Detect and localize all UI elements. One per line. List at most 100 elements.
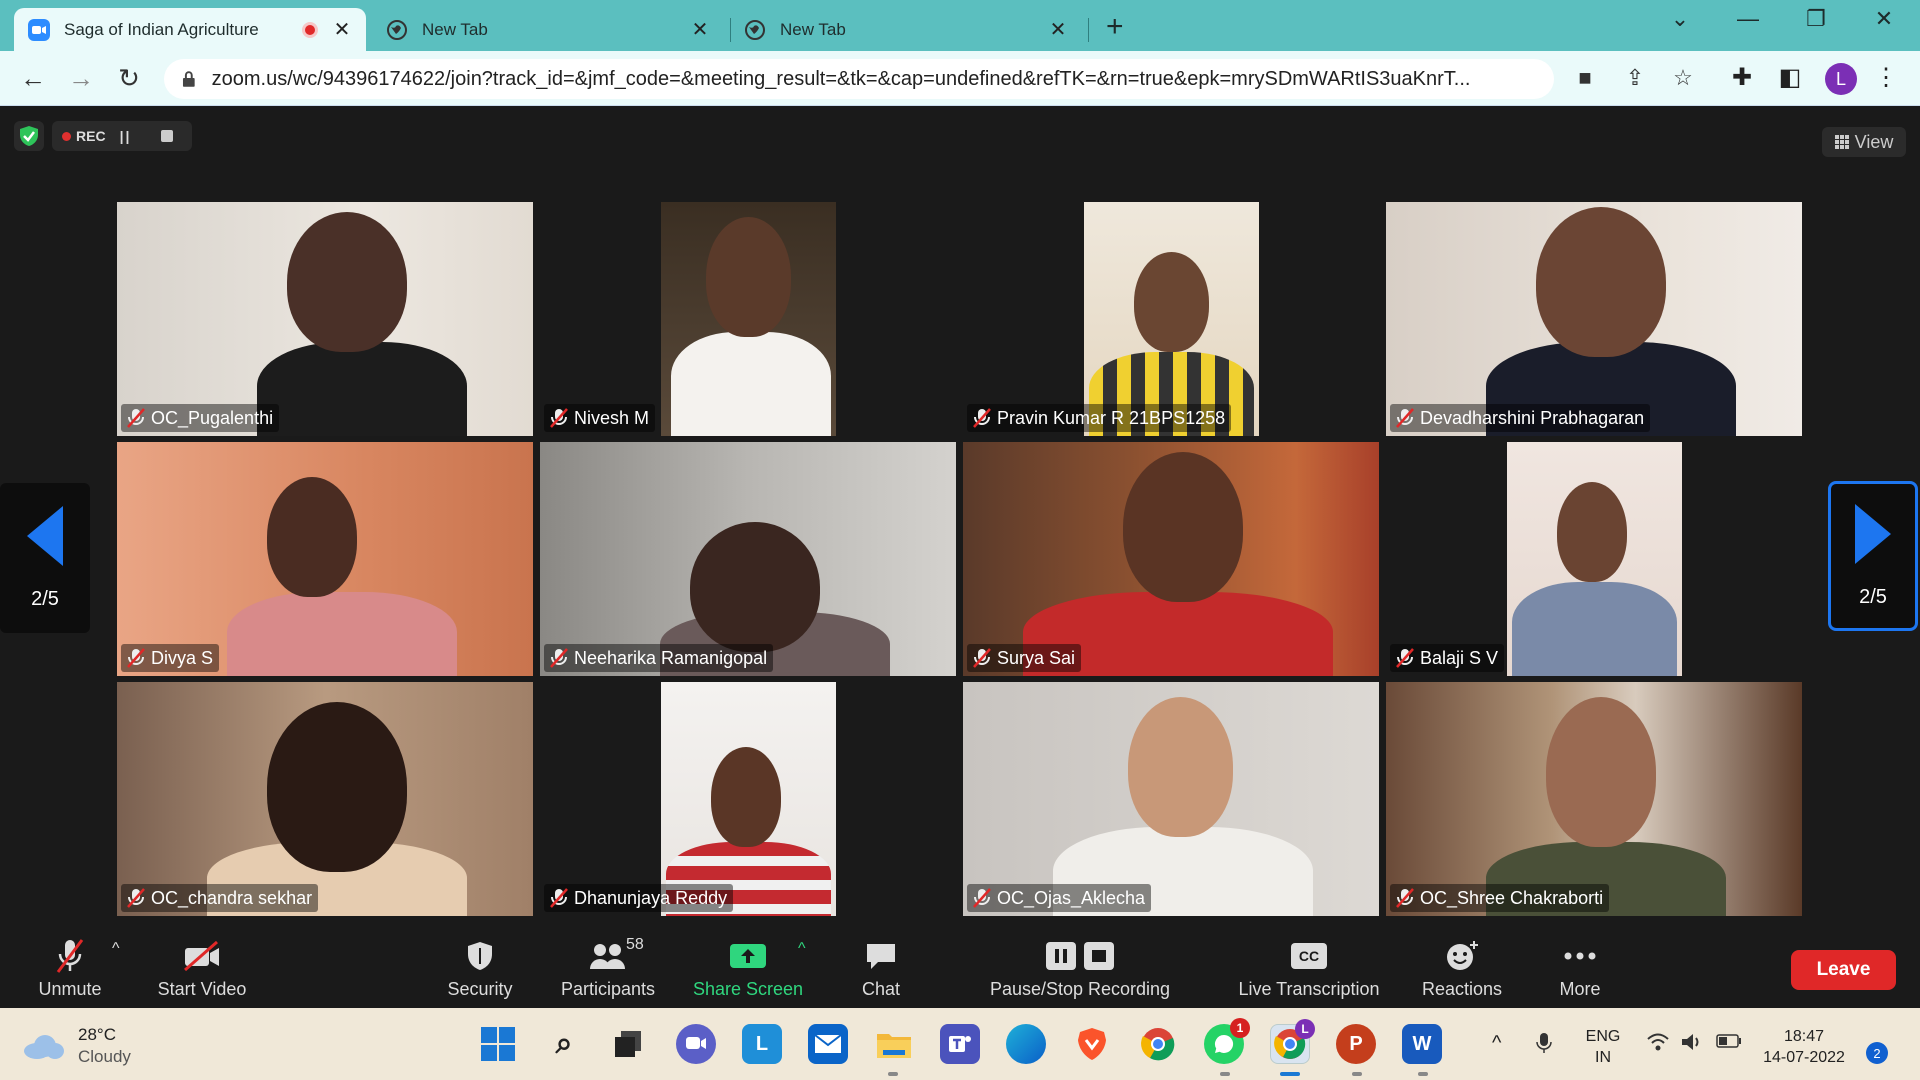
tab-new-tab-1[interactable]: New Tab ✕ [372, 8, 724, 51]
more-label: More [1559, 979, 1601, 999]
chat-label: Chat [861, 979, 901, 999]
profile-avatar[interactable]: L [1825, 63, 1857, 95]
microphone-icon[interactable] [1536, 1032, 1552, 1060]
live-transcription-button[interactable]: CC Live Transcription [1230, 930, 1388, 1008]
security-button[interactable]: Security [440, 930, 520, 1008]
globe-icon [744, 19, 766, 41]
rec-dot-icon [62, 131, 71, 141]
previous-page-button[interactable]: 2/5 [0, 483, 90, 633]
brave-browser-icon[interactable] [1072, 1024, 1112, 1064]
participant-tile[interactable]: Dhanunjaya Reddy [540, 682, 956, 916]
wifi-icon[interactable] [1646, 1032, 1670, 1058]
pause-recording-icon[interactable]: || [120, 128, 132, 144]
participant-tile[interactable]: OC_Pugalenthi [117, 202, 533, 436]
video-feed [963, 682, 1379, 916]
muted-mic-icon [1396, 888, 1414, 908]
unmute-label: Unmute [38, 979, 102, 999]
powerpoint-icon[interactable]: P [1336, 1024, 1376, 1064]
participant-tile[interactable]: Surya Sai [963, 442, 1379, 676]
next-page-button[interactable]: 2/5 [1828, 481, 1918, 631]
chrome-icon[interactable] [1138, 1024, 1178, 1064]
reload-icon[interactable]: ↻ [114, 63, 144, 94]
back-arrow-icon[interactable]: ← [18, 63, 48, 94]
teams-icon[interactable] [940, 1024, 980, 1064]
participant-tile[interactable]: Divya S [117, 442, 533, 676]
weather-widget[interactable]: 28°C Cloudy [24, 1024, 131, 1068]
chat-button[interactable]: Chat [846, 930, 916, 1008]
teams-chat-icon[interactable] [676, 1024, 716, 1064]
participant-tile[interactable]: Pravin Kumar R 21BPS1258 [963, 202, 1379, 436]
tab-zoom-meeting[interactable]: Saga of Indian Agriculture ✕ [14, 8, 366, 51]
close-tab-icon[interactable]: ✕ [690, 17, 710, 42]
stop-recording-icon[interactable] [161, 130, 174, 142]
unmute-button[interactable]: Unmute [30, 930, 110, 1008]
participant-tile[interactable]: Neeharika Ramanigopal [540, 442, 956, 676]
participant-tile[interactable]: OC_Ojas_Aklecha [963, 682, 1379, 916]
audio-options-chevron-icon[interactable]: ^ [112, 940, 120, 958]
language-indicator[interactable]: ENG IN [1582, 1026, 1624, 1068]
globe-icon [386, 19, 408, 41]
view-label: View [1854, 131, 1894, 152]
volume-icon[interactable] [1680, 1032, 1704, 1058]
notification-count-badge[interactable]: 2 [1866, 1042, 1888, 1064]
url-text: zoom.us/wc/94396174622/join?track_id=&jm… [211, 67, 1471, 90]
video-feed [117, 202, 533, 436]
browser-tab-strip: Saga of Indian Agriculture ✕ New Tab ✕ N… [0, 0, 1920, 51]
tab-new-tab-2[interactable]: New Tab ✕ [730, 8, 1082, 51]
share-icon[interactable]: ⇪ [1620, 65, 1650, 91]
browser-toolbar: ← → ↻ zoom.us/wc/94396174622/join?track_… [0, 51, 1920, 106]
task-view-icon[interactable] [608, 1024, 648, 1064]
address-bar[interactable]: zoom.us/wc/94396174622/join?track_id=&jm… [164, 59, 1554, 99]
start-video-button[interactable]: Start Video [150, 930, 254, 1008]
mail-icon[interactable] [808, 1024, 848, 1064]
participant-count: 58 [626, 936, 644, 953]
share-screen-label: Share Screen [692, 979, 804, 999]
side-panel-icon[interactable]: ◧ [1774, 63, 1806, 92]
camera-blocked-icon[interactable]: ■ [1570, 65, 1600, 91]
show-hidden-icons-chevron-icon[interactable]: ^ [1492, 1032, 1501, 1055]
edge-browser-icon[interactable] [1006, 1024, 1046, 1064]
tab-title: New Tab [422, 19, 488, 39]
recording-indicator-icon [302, 21, 318, 38]
participant-tile[interactable]: Nivesh M [540, 202, 956, 436]
participants-button[interactable]: Participants [552, 930, 664, 1008]
search-icon[interactable]: ⌕ [544, 1024, 584, 1064]
participant-tile[interactable]: OC_Shree Chakraborti [1386, 682, 1802, 916]
new-tab-button[interactable]: + [1106, 10, 1124, 44]
muted-mic-icon [127, 648, 145, 668]
bookmark-star-icon[interactable]: ☆ [1668, 65, 1698, 91]
file-explorer-icon[interactable] [874, 1024, 914, 1064]
chrome-menu-icon[interactable]: ⋮ [1870, 63, 1902, 92]
windows-start-icon[interactable] [478, 1024, 518, 1064]
participant-name-label: Divya S [121, 644, 220, 672]
whatsapp-icon[interactable]: 1 [1204, 1018, 1250, 1064]
more-button[interactable]: More [1550, 930, 1610, 1008]
restore-icon[interactable]: ❐ [1796, 6, 1836, 32]
chrome-profile-icon[interactable]: L [1270, 1019, 1315, 1064]
leave-button[interactable]: Leave [1791, 950, 1896, 990]
forward-arrow-icon[interactable]: → [66, 63, 96, 94]
battery-icon[interactable] [1716, 1032, 1742, 1055]
share-screen-button[interactable]: Share Screen [688, 930, 808, 1008]
view-button[interactable]: View [1822, 127, 1906, 157]
video-feed [963, 442, 1379, 676]
running-indicator [888, 1072, 898, 1076]
pause-stop-recording-button[interactable]: Pause/Stop Recording [980, 930, 1180, 1008]
encryption-shield-icon[interactable] [14, 121, 44, 151]
muted-mic-icon [973, 648, 991, 668]
launcher-app-icon[interactable]: L [742, 1024, 782, 1064]
minimize-icon[interactable]: — [1728, 6, 1768, 32]
clock[interactable]: 18:47 14-07-2022 [1756, 1026, 1852, 1068]
close-tab-icon[interactable]: ✕ [332, 17, 352, 42]
reactions-button[interactable]: Reactions [1414, 930, 1510, 1008]
word-icon[interactable]: W [1402, 1024, 1442, 1064]
close-tab-icon[interactable]: ✕ [1048, 17, 1068, 42]
extensions-puzzle-icon[interactable]: ✚ [1726, 63, 1758, 92]
participant-name-label: Balaji S V [1390, 644, 1505, 672]
participant-tile[interactable]: Balaji S V [1386, 442, 1802, 676]
participant-tile[interactable]: Devadharshini Prabhagaran [1386, 202, 1802, 436]
participant-tile[interactable]: OC_chandra sekhar [117, 682, 533, 916]
tab-search-chevron-icon[interactable]: ⌄ [1660, 6, 1700, 32]
share-options-chevron-icon[interactable]: ^ [798, 940, 806, 958]
close-window-icon[interactable]: ✕ [1864, 6, 1904, 32]
